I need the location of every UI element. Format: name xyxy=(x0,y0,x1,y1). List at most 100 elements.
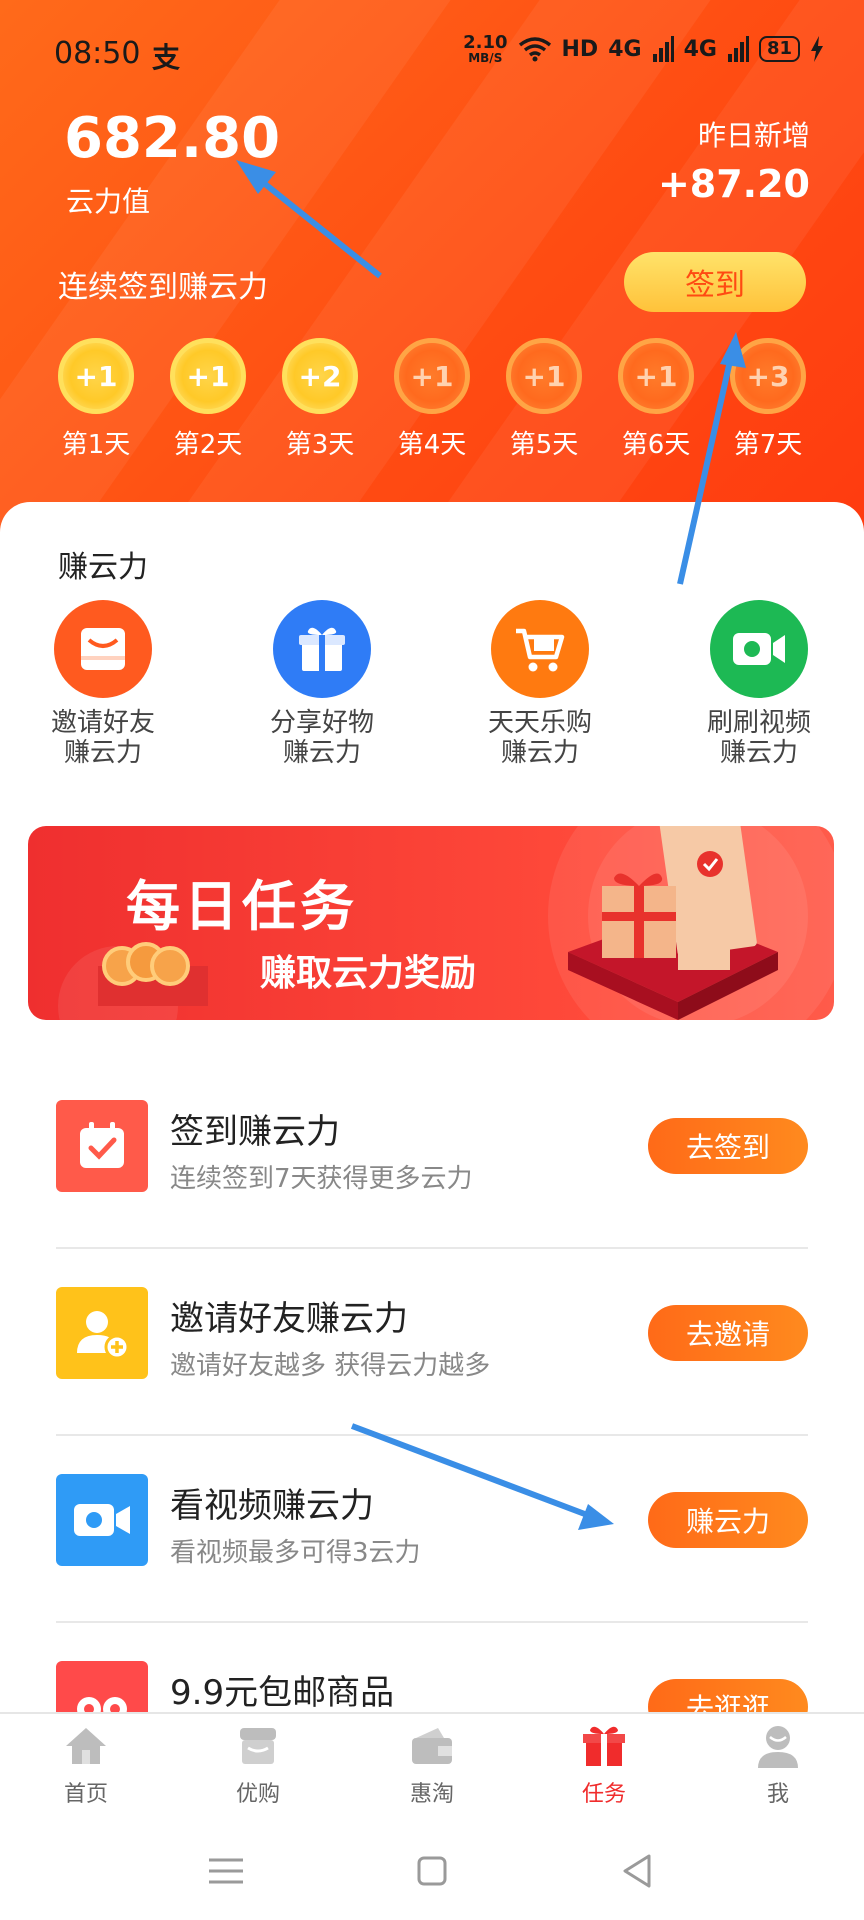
earn-item-invite[interactable]: 邀请好友 赚云力 xyxy=(3,600,203,768)
gift-box-icon xyxy=(583,1726,625,1766)
tab-home[interactable]: 首页 xyxy=(36,1722,136,1808)
task-list: 签到赚云力 连续签到7天获得更多云力 去签到 邀请好友赚云力 邀请好友越多 获得… xyxy=(56,1062,808,1810)
net-speed-unit: MB/S xyxy=(468,51,503,65)
coin-icon: +3 xyxy=(730,338,806,414)
earn-label: 赚云力 xyxy=(500,738,579,768)
earn-label: 刷刷视频 xyxy=(706,708,811,738)
yesterday-value: +87.20 xyxy=(657,162,810,206)
home-square-icon[interactable] xyxy=(407,1848,457,1894)
coin-icon: +1 xyxy=(618,338,694,414)
day-label: 第5天 xyxy=(509,430,579,460)
earn-item-share[interactable]: 分享好物 赚云力 xyxy=(222,600,422,768)
tab-label: 惠淘 xyxy=(409,1782,454,1807)
net-speed: 2.10 MB/S xyxy=(463,32,508,65)
go-invite-button[interactable]: 去邀请 xyxy=(648,1305,808,1361)
gift-package-icon xyxy=(568,826,778,1020)
coin-icon: +1 xyxy=(394,338,470,414)
day-label: 第7天 xyxy=(733,430,803,460)
earn-label: 邀请好友 xyxy=(50,708,155,738)
tab-tasks[interactable]: 任务 xyxy=(554,1722,654,1808)
tab-shop[interactable]: 优购 xyxy=(208,1722,308,1808)
checkin-days: +1 第1天 +1 第2天 +2 第3天 +1 第4天 +1 第5天 +1 第6… xyxy=(56,338,816,468)
score-value: 682.80 xyxy=(64,106,281,171)
tab-label: 我 xyxy=(766,1782,789,1807)
back-icon[interactable] xyxy=(613,1848,663,1894)
day-label: 第6天 xyxy=(621,430,691,460)
shop-icon xyxy=(240,1728,276,1764)
wifi-icon xyxy=(518,37,551,62)
yesterday-label: 昨日新增 xyxy=(697,119,810,152)
add-user-icon xyxy=(56,1287,148,1379)
menu-icon[interactable] xyxy=(201,1848,251,1894)
status-bar: 08:50 支 2.10 MB/S HD 4G 4G 81 xyxy=(0,0,864,100)
signal-bars-icon xyxy=(652,36,674,62)
signal-bars-icon xyxy=(727,36,749,62)
day-label: 第1天 xyxy=(61,430,131,460)
calendar-check-icon xyxy=(56,1100,148,1192)
score-label: 云力值 xyxy=(66,185,151,218)
cart-icon xyxy=(491,600,589,698)
tab-deals[interactable]: 惠淘 xyxy=(382,1722,482,1808)
tab-label: 首页 xyxy=(63,1782,108,1807)
invite-icon xyxy=(54,600,152,698)
day-label: 第2天 xyxy=(173,430,243,460)
coin-icon: +2 xyxy=(282,338,358,414)
earn-label: 赚云力 xyxy=(63,738,142,768)
earn-options: 邀请好友 赚云力 分享好物 赚云力 天天乐购 赚云力 刷刷视频 赚云力 xyxy=(0,600,864,780)
checkin-day: +1 第1天 xyxy=(56,338,136,461)
earn-points-button[interactable]: 赚云力 xyxy=(648,1492,808,1548)
go-checkin-button[interactable]: 去签到 xyxy=(648,1118,808,1174)
coin-icon: +1 xyxy=(170,338,246,414)
task-description: 看视频最多可得3云力 xyxy=(170,1538,421,1568)
checkin-title: 连续签到赚云力 xyxy=(58,270,268,305)
user-icon xyxy=(758,1726,798,1768)
bottom-tab-bar: 首页 优购 惠淘 任务 我 xyxy=(0,1712,864,1822)
net-speed-value: 2.10 xyxy=(463,32,508,53)
gift-icon xyxy=(273,600,371,698)
video-icon xyxy=(710,600,808,698)
system-navigation-bar xyxy=(0,1822,864,1920)
charging-icon xyxy=(811,36,823,62)
banner-title: 每日任务 xyxy=(126,875,358,938)
hd-indicator: HD xyxy=(561,36,599,62)
checkin-day: +1 第2天 xyxy=(168,338,248,461)
task-row: 看视频赚云力 看视频最多可得3云力 赚云力 xyxy=(56,1436,808,1623)
status-time: 08:50 xyxy=(54,36,141,71)
checkin-day: +1 第6天 xyxy=(616,338,696,461)
status-icons: 2.10 MB/S HD 4G 4G 81 xyxy=(463,34,824,64)
battery-icon: 81 xyxy=(758,36,800,62)
coin-icon: +1 xyxy=(58,338,134,414)
checkin-button[interactable]: 签到 xyxy=(624,252,806,312)
signal-4g-icon: 4G xyxy=(608,36,642,62)
task-description: 连续签到7天获得更多云力 xyxy=(170,1164,473,1194)
tab-me[interactable]: 我 xyxy=(728,1722,828,1808)
task-title: 看视频赚云力 xyxy=(170,1486,374,1526)
earn-label: 分享好物 xyxy=(269,708,374,738)
checkin-day: +1 第5天 xyxy=(504,338,584,461)
content-card: 赚云力 邀请好友 赚云力 分享好物 赚云力 天天乐购 赚云力 刷刷视频 赚云力 … xyxy=(0,502,864,1753)
checkin-day: +1 第4天 xyxy=(392,338,472,461)
earn-item-shop[interactable]: 天天乐购 赚云力 xyxy=(440,600,640,768)
alipay-icon: 支 xyxy=(152,41,181,74)
day-label: 第4天 xyxy=(397,430,467,460)
home-icon xyxy=(66,1728,106,1764)
checkin-day: +3 第7天 xyxy=(728,338,808,461)
task-title: 签到赚云力 xyxy=(170,1112,340,1152)
earn-label: 赚云力 xyxy=(282,738,361,768)
signal-4g-icon: 4G xyxy=(683,36,717,62)
tab-label: 任务 xyxy=(581,1782,626,1807)
earn-label: 天天乐购 xyxy=(487,708,592,738)
task-title: 邀请好友赚云力 xyxy=(170,1299,408,1339)
daily-task-banner[interactable]: 每日任务 赚取云力奖励 xyxy=(28,826,834,1020)
coins-icon xyxy=(98,942,208,1006)
banner-subtitle: 赚取云力奖励 xyxy=(260,953,477,994)
earn-item-video[interactable]: 刷刷视频 赚云力 xyxy=(659,600,859,768)
task-row: 邀请好友赚云力 邀请好友越多 获得云力越多 去邀请 xyxy=(56,1249,808,1436)
coin-icon: +1 xyxy=(506,338,582,414)
day-label: 第3天 xyxy=(285,430,355,460)
task-description: 邀请好友越多 获得云力越多 xyxy=(170,1351,491,1381)
checkin-day: +2 第3天 xyxy=(280,338,360,461)
earn-section-title: 赚云力 xyxy=(58,550,148,585)
task-row: 签到赚云力 连续签到7天获得更多云力 去签到 xyxy=(56,1062,808,1249)
video-camera-icon xyxy=(56,1474,148,1566)
